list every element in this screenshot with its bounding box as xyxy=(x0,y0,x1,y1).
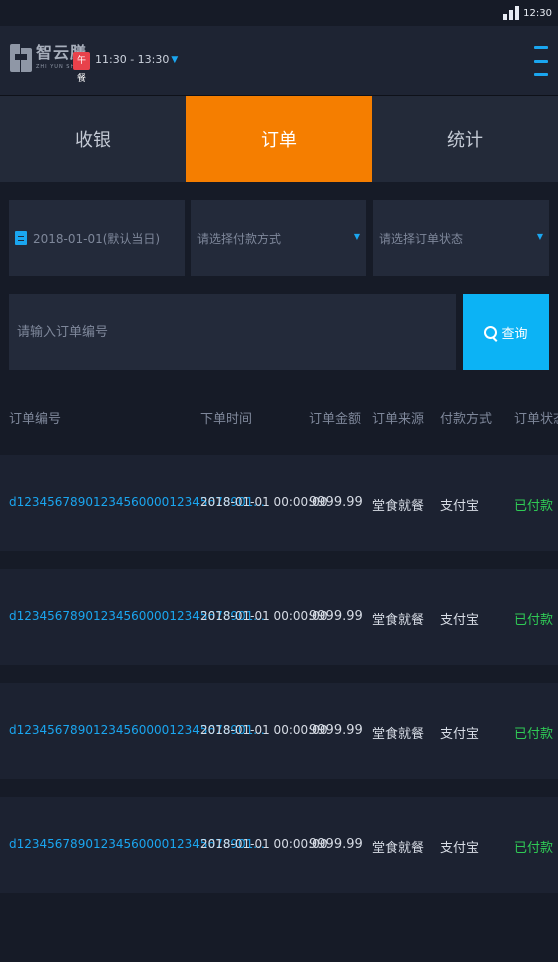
order-status-placeholder: 请选择订单状态 xyxy=(379,231,464,246)
dropdown-arrow-icon: ▼ xyxy=(536,232,543,241)
search-button-label: 查询 xyxy=(501,326,528,342)
header-payment-method: 付款方式 xyxy=(440,412,493,427)
tab-cashier[interactable]: 收银 xyxy=(0,96,186,182)
date-picker[interactable]: 2018-01-01(默认当日) xyxy=(9,200,185,276)
order-source: 堂食就餐 xyxy=(372,841,425,856)
order-source: 堂食就餐 xyxy=(372,499,425,514)
payment-method-select[interactable]: 请选择付款方式 ▼ xyxy=(191,200,366,276)
payment-method: 支付宝 xyxy=(440,727,480,742)
order-status: 已付款 xyxy=(514,727,554,742)
caret-down-icon: ▼ xyxy=(171,54,179,65)
tab-statistics[interactable]: 统计 xyxy=(372,96,558,182)
order-status: 已付款 xyxy=(514,841,554,856)
dropdown-arrow-icon: ▼ xyxy=(353,232,360,241)
table-row[interactable]: d1234567890123456000012345678901... 2018… xyxy=(0,797,558,893)
table-row[interactable]: d1234567890123456000012345678901... 2018… xyxy=(0,455,558,551)
header-bar: 智云膳 ZHI YUN SHAN 午餐 11:30 - 13:30 ▼ xyxy=(0,26,558,96)
search-button[interactable]: 查询 xyxy=(463,294,549,370)
main-tabs: 收银 订单 统计 xyxy=(0,96,558,182)
search-icon xyxy=(484,325,498,339)
header-order-amount: 订单金额 xyxy=(309,412,362,427)
table-row[interactable]: d1234567890123456000012345678901... 2018… xyxy=(0,683,558,779)
header-order-number: 订单编号 xyxy=(9,412,62,427)
date-value: 2018-01-01(默认当日) xyxy=(33,231,161,246)
logo-mark-icon xyxy=(10,38,32,76)
order-status-select[interactable]: 请选择订单状态 ▼ xyxy=(373,200,549,276)
order-source: 堂食就餐 xyxy=(372,727,425,742)
order-number-input[interactable] xyxy=(9,294,456,370)
payment-method-placeholder: 请选择付款方式 xyxy=(197,231,282,246)
meal-badge: 午餐 xyxy=(73,52,90,84)
meal-time-selector[interactable]: 11:30 - 13:30 ▼ xyxy=(95,53,178,66)
table-header: 订单编号 下单时间 订单金额 订单来源 付款方式 订单状态 xyxy=(0,392,558,442)
header-order-source: 订单来源 xyxy=(372,412,425,427)
header-order-status: 订单状态 xyxy=(514,412,558,427)
tab-orders[interactable]: 订单 xyxy=(186,96,372,182)
order-amount: 9999.99 xyxy=(309,837,363,852)
order-amount: 9999.99 xyxy=(309,723,363,738)
order-amount: 9999.99 xyxy=(309,495,363,510)
meal-time-text: 11:30 - 13:30 xyxy=(95,53,170,66)
order-status: 已付款 xyxy=(514,613,554,628)
order-source: 堂食就餐 xyxy=(372,613,425,628)
menu-icon[interactable] xyxy=(534,46,548,76)
header-order-time: 下单时间 xyxy=(200,412,253,427)
payment-method: 支付宝 xyxy=(440,499,480,514)
order-amount: 9999.99 xyxy=(309,609,363,624)
status-bar: 12:30 xyxy=(0,0,558,26)
order-status: 已付款 xyxy=(514,499,554,514)
table-row[interactable]: d1234567890123456000012345678901... 2018… xyxy=(0,569,558,665)
status-time: 12:30 xyxy=(523,7,552,19)
payment-method: 支付宝 xyxy=(440,841,480,856)
payment-method: 支付宝 xyxy=(440,613,480,628)
signal-icon xyxy=(503,6,520,20)
calendar-icon xyxy=(15,231,27,245)
